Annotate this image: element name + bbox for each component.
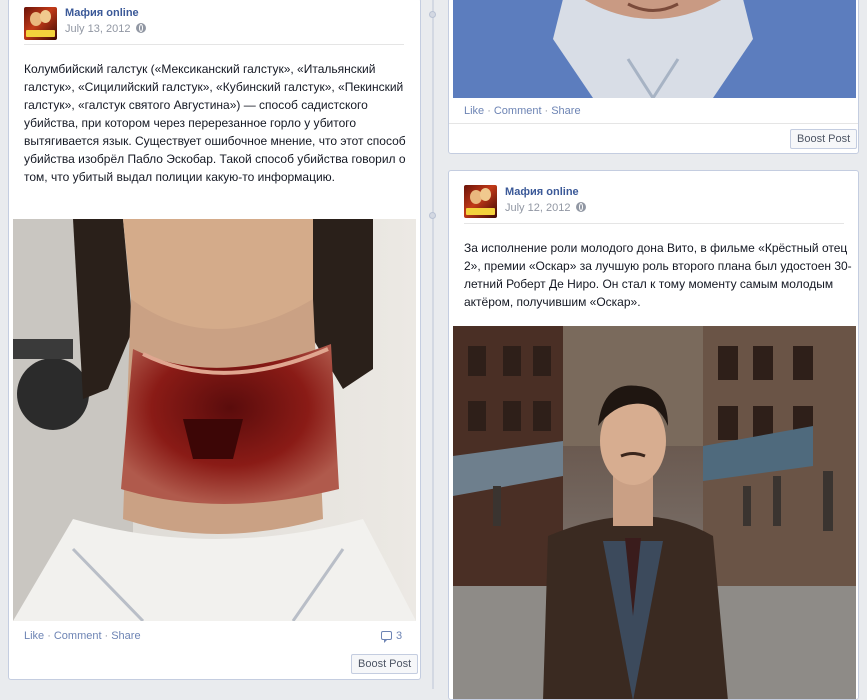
post-date[interactable]: July 12, 2012: [505, 202, 587, 214]
comment-count[interactable]: 3: [381, 630, 403, 643]
globe-icon: [576, 202, 587, 212]
post-text: Колумбийский галстук («Мексиканский галс…: [24, 62, 406, 184]
page-avatar[interactable]: [464, 185, 497, 218]
timeline-spine: [432, 0, 434, 689]
comment-count-value: 3: [396, 630, 403, 642]
post-date-text[interactable]: July 13, 2012: [65, 23, 130, 35]
like-link[interactable]: Like: [464, 105, 484, 117]
post-text: За исполнение роли молодого дона Вито, в…: [464, 241, 852, 309]
page-avatar[interactable]: [24, 7, 57, 40]
share-link[interactable]: Share: [111, 630, 140, 642]
post-author[interactable]: Мафия online: [505, 186, 579, 198]
post-card: Мафия online July 12, 2012 За исполнение…: [448, 170, 859, 700]
post-date-text[interactable]: July 12, 2012: [505, 202, 570, 214]
boost-post-button[interactable]: Boost Post: [351, 654, 419, 674]
divider: [464, 223, 844, 224]
comment-link[interactable]: Comment: [54, 630, 102, 642]
divider: [24, 44, 404, 45]
divider: [449, 123, 858, 124]
post-actions: Like · Comment · Share: [24, 630, 141, 642]
post-photo[interactable]: [453, 0, 856, 98]
comment-link[interactable]: Comment: [494, 105, 542, 117]
comment-bubble-icon: [381, 631, 392, 643]
post-card: Мафия online July 13, 2012 Колумбийский …: [8, 0, 421, 680]
post-date[interactable]: July 13, 2012: [65, 23, 147, 35]
share-link[interactable]: Share: [551, 105, 580, 117]
boost-post-button[interactable]: Boost Post: [790, 129, 858, 149]
post-actions: Like · Comment · Share: [464, 105, 581, 117]
post-photo[interactable]: [13, 219, 416, 621]
post-author[interactable]: Мафия online: [65, 7, 139, 19]
like-link[interactable]: Like: [24, 630, 44, 642]
post-card: Like · Comment · Share Boost Post: [448, 0, 859, 154]
timeline-dot: [429, 212, 436, 219]
timeline-dot: [429, 11, 436, 18]
post-photo[interactable]: [453, 326, 856, 699]
globe-icon: [136, 23, 147, 33]
